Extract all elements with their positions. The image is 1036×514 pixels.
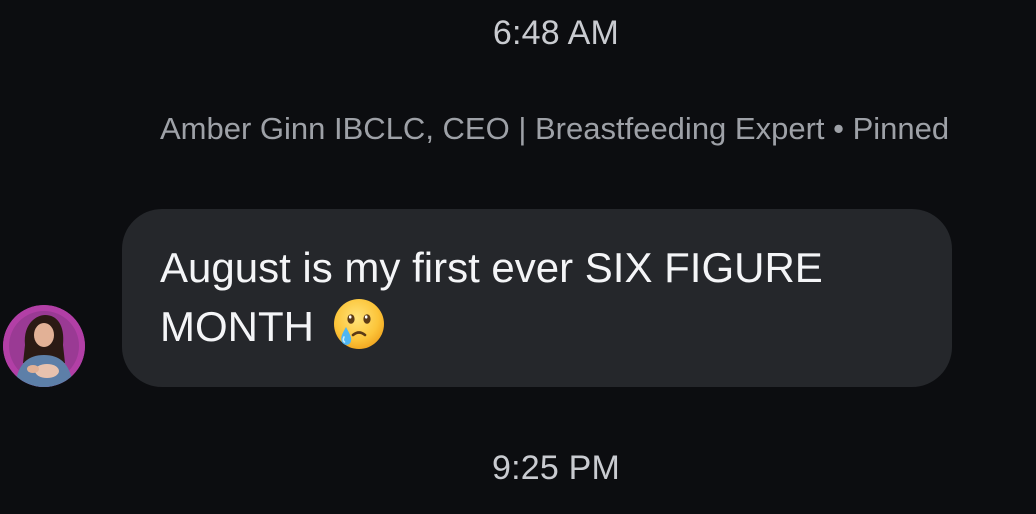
timestamp-top: 6:48 AM	[492, 14, 620, 52]
sender-avatar[interactable]	[3, 305, 85, 387]
sender-name-label: Amber Ginn IBCLC, CEO | Breastfeeding Ex…	[160, 111, 950, 146]
message-bubble[interactable]: August is my first ever SIX FIGURE MONTH	[122, 209, 952, 387]
message-text-container: August is my first ever SIX FIGURE MONTH	[160, 239, 940, 356]
face-holding-back-tears-icon	[332, 297, 386, 351]
message-text: August is my first ever SIX FIGURE MONTH	[160, 244, 823, 350]
conversation-view: 6:48 AM Amber Ginn IBCLC, CEO | Breastfe…	[0, 0, 1036, 514]
avatar-photo-icon	[3, 305, 85, 387]
timestamp-bottom: 9:25 PM	[491, 449, 621, 487]
